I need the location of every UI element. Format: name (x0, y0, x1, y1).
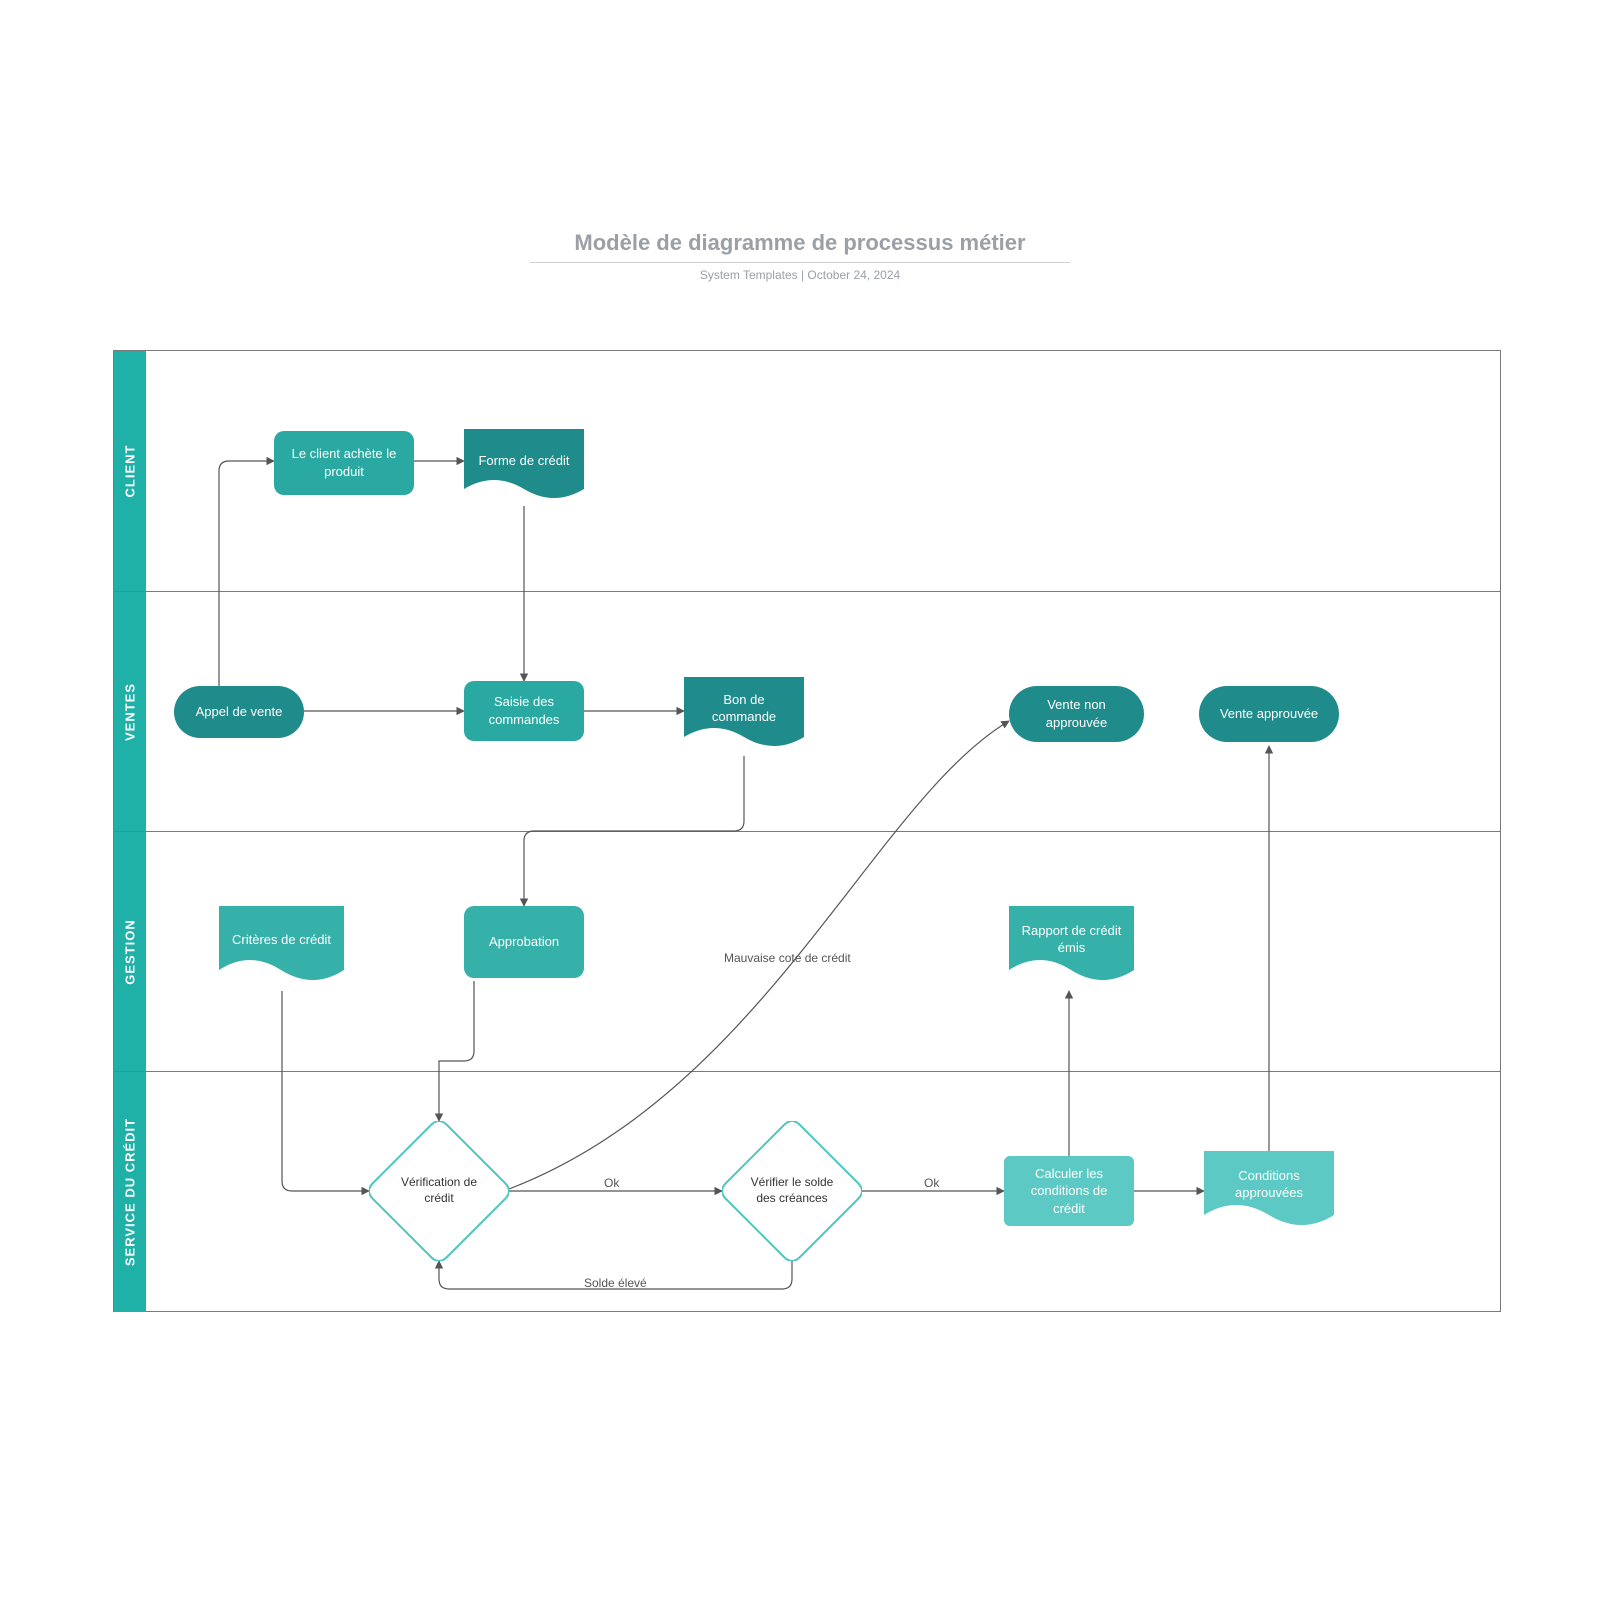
node-client-buys[interactable]: Le client achète le produit (274, 431, 414, 495)
lane-header-ventes: VENTES (114, 592, 146, 832)
node-terms-approved[interactable]: Conditions approuvées (1204, 1151, 1334, 1233)
node-credit-form[interactable]: Forme de crédit (464, 429, 584, 507)
node-credit-criteria[interactable]: Critères de crédit (219, 906, 344, 988)
lane-header-gestion: GESTION (114, 832, 146, 1072)
node-balance-check[interactable]: Vérifier le solde des créances (722, 1121, 862, 1261)
edge-label-ok1: Ok (604, 1176, 619, 1190)
diagram-subtitle: System Templates | October 24, 2024 (0, 268, 1600, 282)
node-sale-approved[interactable]: Vente approuvée (1199, 686, 1339, 742)
diagram-title: Modèle de diagramme de processus métier (530, 230, 1070, 263)
node-approval[interactable]: Approbation (464, 906, 584, 978)
edge-label-bad-credit: Mauvaise cote de crédit (724, 951, 851, 965)
node-purchase-order[interactable]: Bon de commande (684, 677, 804, 755)
node-credit-check[interactable]: Vérification de crédit (369, 1121, 509, 1261)
node-order-entry[interactable]: Saisie des commandes (464, 681, 584, 741)
edge-label-ok2: Ok (924, 1176, 939, 1190)
swimlane-pool: CLIENT VENTES GESTION SERVICE DU CRÉDIT (113, 350, 1501, 1312)
edge-label-high-balance: Solde élevé (584, 1276, 647, 1290)
node-credit-report[interactable]: Rapport de crédit émis (1009, 906, 1134, 988)
node-calculate-terms[interactable]: Calculer les conditions de crédit (1004, 1156, 1134, 1226)
lane-header-credit: SERVICE DU CRÉDIT (114, 1072, 146, 1312)
node-sale-not-approved[interactable]: Vente non approuvée (1009, 686, 1144, 742)
lane-header-client: CLIENT (114, 351, 146, 591)
node-sales-call[interactable]: Appel de vente (174, 686, 304, 738)
